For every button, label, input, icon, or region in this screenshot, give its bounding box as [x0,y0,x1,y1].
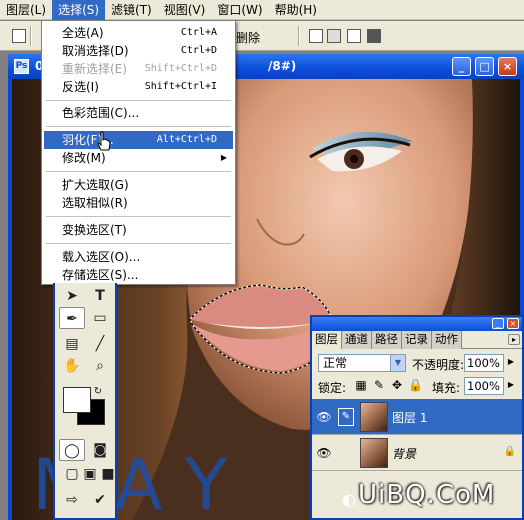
hand-cursor-icon [97,131,111,151]
menu-item-reselect[interactable]: 重新选择(E) Shift+Ctrl+D [44,60,233,78]
checkmark-icon[interactable]: ✔ [87,489,113,511]
intersect-icon[interactable] [309,29,323,43]
fill-arrow-icon[interactable]: ▶ [505,377,517,393]
photoshop-doc-icon: Ps [14,59,29,74]
path-selection-icon[interactable]: ➤ [59,285,85,307]
close-button[interactable]: × [498,57,517,76]
minimize-button[interactable]: _ [452,57,471,76]
jump-to-imageready-icon[interactable]: ⇨ [59,489,85,511]
menu-item-deselect[interactable]: 取消选择(D) Ctrl+D [44,42,233,60]
watermark-text: UiBQ.CoM [358,480,496,510]
menu-item-load-selection[interactable]: 载入选区(O)... [44,248,233,266]
menu-layer[interactable]: 图层(L) [0,0,52,20]
lock-position-icon[interactable]: ✥ [390,378,404,392]
chevron-down-icon[interactable]: ▼ [390,355,405,371]
palette-close-button[interactable]: × [507,318,519,329]
rectangle-tool-icon[interactable]: ▭ [87,307,113,329]
menu-item-feather[interactable]: 羽化(F)... Alt+Ctrl+D [44,131,233,149]
brush-icon[interactable]: ✎ [338,408,354,426]
palette-menu-button[interactable]: ▸ [508,334,520,345]
palette-minimize-button[interactable]: _ [492,318,504,329]
fill-field[interactable]: 100% [464,377,504,395]
opacity-field[interactable]: 100% [464,354,504,372]
lock-all-icon[interactable]: 🔒 [408,378,423,392]
link-slot[interactable] [338,444,354,462]
menu-separator [46,243,231,244]
blend-mode-value: 正常 [323,356,348,370]
tab-history[interactable]: 记录 [402,331,432,349]
menu-item-select-all[interactable]: 全选(A) Ctrl+A [44,24,233,42]
lock-label: 锁定: [318,381,347,395]
menu-filter[interactable]: 滤镜(T) [105,0,158,20]
menu-window[interactable]: 窗口(W) [211,0,268,20]
watermark-logo-icon: ◐ [342,490,356,509]
eyedropper-tool-icon[interactable]: ╱ [87,333,113,355]
layers-palette-titlebar[interactable]: _ × [312,317,522,331]
menu-separator [46,100,231,101]
layer-row-layer1[interactable]: 👁 ✎ 图层 1 [312,399,522,435]
tab-paths[interactable]: 路径 [372,331,402,349]
menu-item-save-selection[interactable]: 存储选区(S)... [44,266,233,284]
hand-tool-icon[interactable]: ✋ [59,355,85,377]
layer-thumbnail [360,438,388,468]
menu-view[interactable]: 视图(V) [158,0,212,20]
combine-icon[interactable] [347,29,361,43]
delete-label[interactable]: 删除 [236,29,260,46]
maximize-button[interactable]: □ [475,57,494,76]
visibility-eye-icon[interactable]: 👁 [316,445,332,461]
menu-separator [46,171,231,172]
submenu-arrow-icon: ▶ [220,153,227,162]
menu-select[interactable]: 选择(S) [52,0,106,20]
menu-item-similar[interactable]: 选取相似(R) [44,194,233,212]
opacity-arrow-icon[interactable]: ▶ [505,354,517,370]
menu-item-modify[interactable]: 修改(M) ▶ [44,149,233,167]
layer-name[interactable]: 图层 1 [392,409,427,426]
standard-mode-icon[interactable]: ◯ [59,439,85,461]
select-menu-dropdown: 全选(A) Ctrl+A 取消选择(D) Ctrl+D 重新选择(E) Shift+C… [41,20,236,285]
pen-tool-icon[interactable]: ✒ [59,307,85,329]
type-tool-icon[interactable]: T [87,285,113,307]
menu-bar: 图层(L) 选择(S) 滤镜(T) 视图(V) 窗口(W) 帮助(H) [0,0,524,20]
layer-name[interactable]: 背景 [392,445,416,462]
exclude-icon[interactable] [367,29,381,43]
tools-palette: ➤ T ✒ ▭ ▤ ╱ ✋ ⌕ ↻ ◯ ◙ ▢ ▣ ■ ⇨ ✔ [53,283,117,520]
foreground-color-swatch[interactable] [63,387,91,413]
visibility-eye-icon[interactable]: 👁 [316,409,332,425]
menu-item-color-range[interactable]: 色彩范围(C)... [44,104,233,122]
lock-image-icon[interactable]: ✎ [372,378,386,392]
swap-colors-icon[interactable]: ↻ [91,381,105,403]
tab-actions[interactable]: 动作 [432,331,462,349]
menu-item-transform-selection[interactable]: 变换选区(T) [44,221,233,239]
lock-transparency-icon[interactable]: ▦ [354,378,368,392]
new-selection-icon[interactable] [12,29,26,43]
blend-mode-select[interactable]: 正常 ▼ [318,354,406,372]
opacity-label: 不透明度: [412,358,465,372]
menu-help[interactable]: 帮助(H) [269,0,323,20]
tab-channels[interactable]: 通道 [342,331,372,349]
notes-tool-icon[interactable]: ▤ [59,333,85,355]
menu-item-grow[interactable]: 扩大选取(G) [44,176,233,194]
menu-separator [46,126,231,127]
menu-separator [46,216,231,217]
layer-row-background[interactable]: 👁 背景 🔒 [312,435,522,471]
lock-icon: 🔒 [503,446,516,457]
zoom-tool-icon[interactable]: ⌕ [87,355,113,377]
layer-thumbnail [360,402,388,432]
quickmask-mode-icon[interactable]: ◙ [87,439,113,461]
document-title-suffix: /8#) [268,59,297,73]
screen-mode-full-icon[interactable]: ■ [95,463,121,485]
subtract-icon[interactable] [327,29,341,43]
tab-layers[interactable]: 图层 [312,331,342,349]
layers-tabs: 图层 通道 路径 记录 动作 [312,331,522,349]
fill-label: 填充: [432,381,461,395]
menu-item-inverse[interactable]: 反选(I) Shift+Ctrl+I [44,78,233,96]
